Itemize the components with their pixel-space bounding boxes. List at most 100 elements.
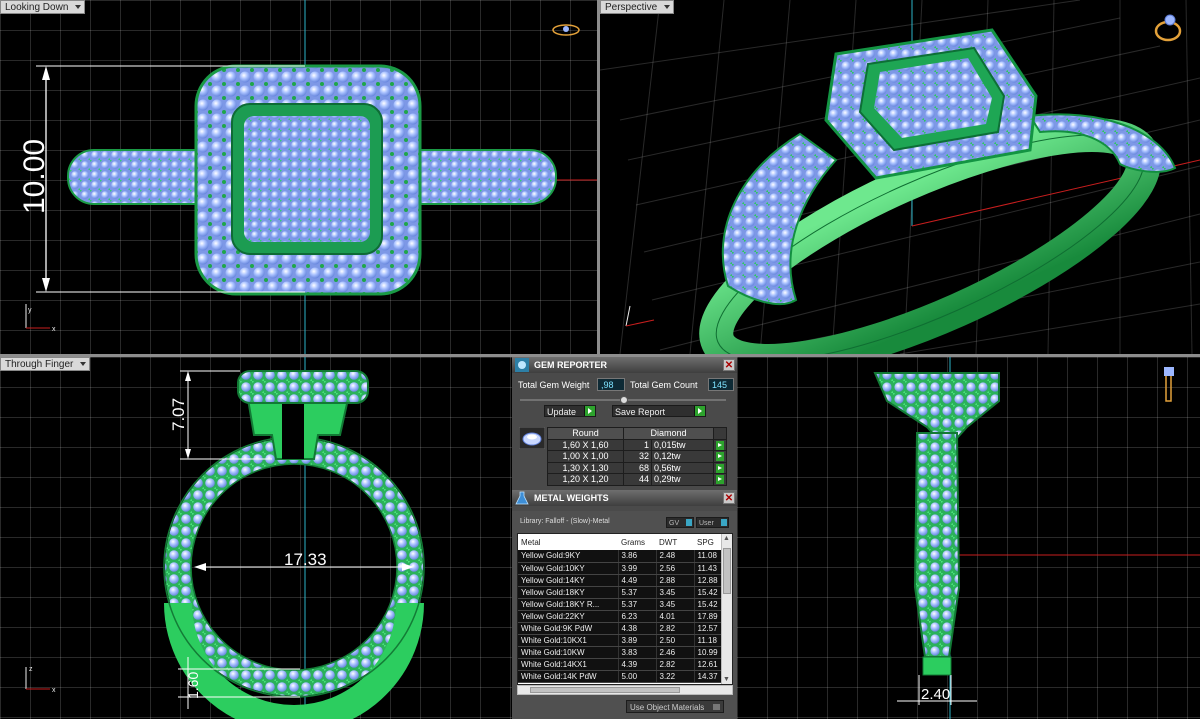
viewport-divider[interactable] xyxy=(597,0,600,354)
metal-row[interactable]: White Gold:14K PdW 5.00 3.22 14.37 xyxy=(518,670,723,683)
metal-spg: 15.42 xyxy=(694,598,723,611)
col-metal[interactable]: Metal xyxy=(518,534,618,550)
metal-spg: 11.43 xyxy=(694,562,723,575)
col-spg[interactable]: SPG xyxy=(694,534,722,550)
user-toggle[interactable]: User xyxy=(696,517,729,528)
vertical-scrollbar[interactable]: ▲ ▼ xyxy=(721,534,732,684)
gem-col-shape: Round xyxy=(547,427,624,440)
gem-row[interactable]: 1,60 X 1,60 1 0,015tw xyxy=(547,438,727,451)
toggle-indicator-icon xyxy=(686,519,692,526)
gem-slider[interactable] xyxy=(520,395,726,405)
metal-grams: 4.39 xyxy=(618,658,657,671)
metal-dwt: 2.50 xyxy=(656,634,695,647)
gem-count: 68 xyxy=(623,461,652,474)
total-gem-weight-label: Total Gem Weight xyxy=(518,380,590,390)
metal-grams: 6.23 xyxy=(618,610,657,623)
gem-count: 1 xyxy=(623,438,652,451)
metal-weights-titlebar[interactable]: METAL WEIGHTS ✕ xyxy=(512,490,737,506)
use-object-materials-dropdown[interactable]: Use Object Materials xyxy=(626,700,724,713)
chevron-down-icon xyxy=(664,5,671,9)
scrollbar-thumb[interactable] xyxy=(723,548,731,594)
scroll-up-icon[interactable]: ▲ xyxy=(723,535,730,542)
toggle-indicator-icon xyxy=(721,519,727,526)
metal-row[interactable]: Yellow Gold:18KY 5.37 3.45 15.42 xyxy=(518,586,723,599)
metal-grams: 5.37 xyxy=(618,598,657,611)
metal-weights-table: Metal Grams DWT SPG Yellow Gold:9KY 3.86 2… xyxy=(518,534,723,683)
viewport-label-looking-down[interactable]: Looking Down xyxy=(0,0,86,14)
scroll-down-icon[interactable]: ▼ xyxy=(723,676,730,683)
col-dwt[interactable]: DWT xyxy=(656,534,694,550)
metal-row[interactable]: Yellow Gold:22KY 6.23 4.01 17.89 xyxy=(518,610,723,623)
metal-spg: 11.18 xyxy=(694,634,723,647)
metal-weights-list[interactable]: Metal Grams DWT SPG Yellow Gold:9KY 3.86 2… xyxy=(517,533,733,685)
gem-row[interactable]: 1,00 X 1,00 32 0,12tw xyxy=(547,450,727,463)
ring-side-view: 2.40 xyxy=(873,357,1200,719)
metal-row[interactable]: White Gold:9K PdW 4.38 2.82 12.57 xyxy=(518,622,723,635)
gem-row-go[interactable] xyxy=(713,438,727,451)
close-icon[interactable]: ✕ xyxy=(723,359,735,371)
axis-z-label: z xyxy=(29,666,33,673)
gem-row[interactable]: 1,20 X 1,20 44 0,29tw xyxy=(547,473,727,486)
metal-spg: 12.61 xyxy=(694,658,723,671)
metal-dwt: 3.22 xyxy=(656,670,695,683)
metal-row[interactable]: White Gold:10KW 3.83 2.46 10.99 xyxy=(518,646,723,659)
save-report-button[interactable]: Save Report xyxy=(612,405,706,417)
chevron-down-icon xyxy=(75,5,82,9)
user-toggle-label: User xyxy=(699,520,714,527)
viewport-label-through-finger[interactable]: Through Finger xyxy=(0,357,91,371)
gem-size: 1,60 X 1,60 xyxy=(547,438,624,451)
library-label: Library: Falloff - (Slow)-Metal xyxy=(520,518,610,525)
total-gem-count-value: 145 xyxy=(708,378,734,391)
ring-orientation-icon[interactable] xyxy=(1152,12,1186,44)
update-button[interactable]: Update xyxy=(544,405,596,417)
metal-row[interactable]: White Gold:14KX1 4.39 2.82 12.61 xyxy=(518,658,723,671)
col-grams[interactable]: Grams xyxy=(618,534,656,550)
gem-count: 32 xyxy=(623,450,652,463)
gem-row-go[interactable] xyxy=(713,450,727,463)
metal-dwt: 3.45 xyxy=(656,586,695,599)
viewport-perspective[interactable]: Perspective xyxy=(600,0,1200,354)
metal-grams: 5.00 xyxy=(618,670,657,683)
metal-name: White Gold:14KX1 xyxy=(518,658,619,671)
metal-spg: 17.89 xyxy=(694,610,723,623)
viewport-label-perspective[interactable]: Perspective xyxy=(600,0,675,14)
gv-toggle-label: GV xyxy=(669,520,680,527)
gem-row-go[interactable] xyxy=(713,461,727,474)
horizontal-scrollbar[interactable] xyxy=(517,685,733,695)
ring-orientation-icon[interactable] xyxy=(1162,365,1176,405)
ring-top-view: 10.00 y x xyxy=(18,0,597,354)
metal-name: Yellow Gold:14KY xyxy=(518,574,619,587)
metal-name: White Gold:14K PdW xyxy=(518,670,619,683)
ring-orientation-icon[interactable] xyxy=(551,22,581,38)
metal-row[interactable]: Yellow Gold:9KY 3.86 2.48 11.08 xyxy=(518,550,723,563)
metal-dwt: 2.82 xyxy=(656,622,695,635)
metal-dwt: 3.45 xyxy=(656,598,695,611)
metal-row[interactable]: Yellow Gold:10KY 3.99 2.56 11.43 xyxy=(518,562,723,575)
gem-reporter-icon xyxy=(515,358,529,372)
metal-row[interactable]: Yellow Gold:14KY 4.49 2.88 12.88 xyxy=(518,574,723,587)
scrollbar-thumb[interactable] xyxy=(530,687,680,693)
total-gem-weight-value: ,98 xyxy=(597,378,625,391)
metal-spg: 12.57 xyxy=(694,622,723,635)
gem-col-material: Diamond xyxy=(623,427,714,440)
viewport-looking-down[interactable]: 10.00 y x Looking Down xyxy=(0,0,597,354)
close-icon[interactable]: ✕ xyxy=(723,492,735,504)
gem-row[interactable]: 1,30 X 1,30 68 0,56tw xyxy=(547,461,727,474)
gem-reporter-titlebar[interactable]: GEM REPORTER ✕ xyxy=(512,357,737,373)
viewport-side[interactable]: 2.40 xyxy=(737,357,1200,719)
viewport-label-text: Perspective xyxy=(605,2,658,13)
front-band-label: 1.60 xyxy=(185,672,201,699)
metal-spg: 10.99 xyxy=(694,646,723,659)
metal-grams: 5.37 xyxy=(618,586,657,599)
viewport-through-finger[interactable]: 7.07 17.33 1.60 z x Through Finger xyxy=(0,357,512,719)
metal-grams: 3.89 xyxy=(618,634,657,647)
gv-toggle[interactable]: GV xyxy=(666,517,694,528)
metal-row[interactable]: Yellow Gold:18KY R... 5.37 3.45 15.42 xyxy=(518,598,723,611)
metal-dwt: 2.82 xyxy=(656,658,695,671)
metal-dwt: 2.56 xyxy=(656,562,695,575)
gem-row-go[interactable] xyxy=(713,473,727,486)
gem-table: Round Diamond 1,60 X 1,60 1 0,015tw 1,00… xyxy=(547,427,727,486)
gem-size: 1,00 X 1,00 xyxy=(547,450,624,463)
gem-weight: 0,12tw xyxy=(651,450,714,463)
metal-row[interactable]: White Gold:10KX1 3.89 2.50 11.18 xyxy=(518,634,723,647)
